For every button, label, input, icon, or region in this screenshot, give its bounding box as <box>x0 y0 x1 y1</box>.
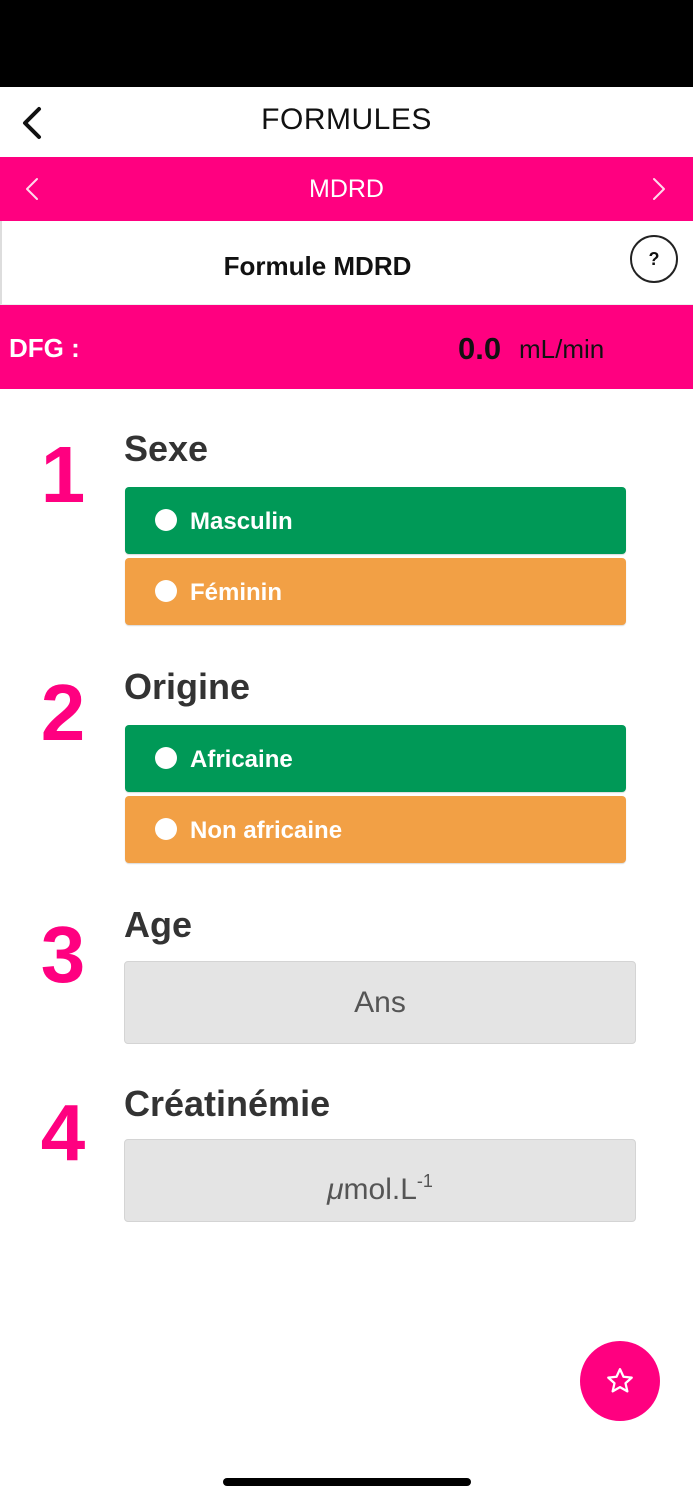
result-value: 0.0 <box>458 331 502 366</box>
next-formula-button[interactable] <box>639 169 679 209</box>
step-title-age: Age <box>124 904 193 945</box>
creatinine-input[interactable]: μmol.L-1 <box>124 1139 636 1222</box>
result-bar: DFG : 0.0 mL/min <box>0 305 693 389</box>
radio-dot-icon <box>155 818 177 840</box>
status-bar <box>0 0 693 87</box>
radio-dot-icon <box>155 509 177 531</box>
placeholder-exponent: -1 <box>416 1171 433 1191</box>
option-non-africaine[interactable]: Non africaine <box>125 796 626 863</box>
age-input[interactable]: Ans <box>124 961 636 1044</box>
placeholder-unit: mol.L <box>343 1173 417 1206</box>
formula-subheader: Formule MDRD <box>0 221 693 305</box>
formula-selector-bar: MDRD <box>0 157 693 221</box>
option-africaine[interactable]: Africaine <box>125 725 626 792</box>
step-title-sexe: Sexe <box>124 428 209 469</box>
option-label: Africaine <box>190 746 293 773</box>
radio-dot-icon <box>155 747 177 769</box>
step-number-4: 4 <box>40 1088 86 1177</box>
home-indicator <box>223 1478 471 1486</box>
result-unit: mL/min <box>519 334 605 364</box>
step-title-origine: Origine <box>124 666 251 707</box>
step-title-creatinemie: Créatinémie <box>124 1083 331 1124</box>
placeholder-prefix: μ <box>327 1173 344 1206</box>
page-title: FORMULES <box>261 103 432 136</box>
age-placeholder: Ans <box>354 986 406 1019</box>
formula-title: MDRD <box>309 175 384 203</box>
chevron-right-icon <box>653 178 665 200</box>
nav-header: FORMULES <box>0 87 693 157</box>
step-number-3: 3 <box>40 910 86 999</box>
option-label: Non africaine <box>190 817 343 844</box>
result-label: DFG : <box>9 333 80 363</box>
step-number-2: 2 <box>40 668 86 757</box>
option-masculin[interactable]: Masculin <box>125 487 626 554</box>
help-button[interactable]: ? <box>630 235 678 283</box>
favorite-button[interactable] <box>580 1341 660 1421</box>
option-label: Féminin <box>190 579 283 606</box>
star-icon <box>607 1368 633 1393</box>
option-feminin[interactable]: Féminin <box>125 558 626 625</box>
formula-name: Formule MDRD <box>223 251 412 281</box>
option-label: Masculin <box>190 508 293 535</box>
step-number-1: 1 <box>40 430 86 519</box>
radio-dot-icon <box>155 580 177 602</box>
